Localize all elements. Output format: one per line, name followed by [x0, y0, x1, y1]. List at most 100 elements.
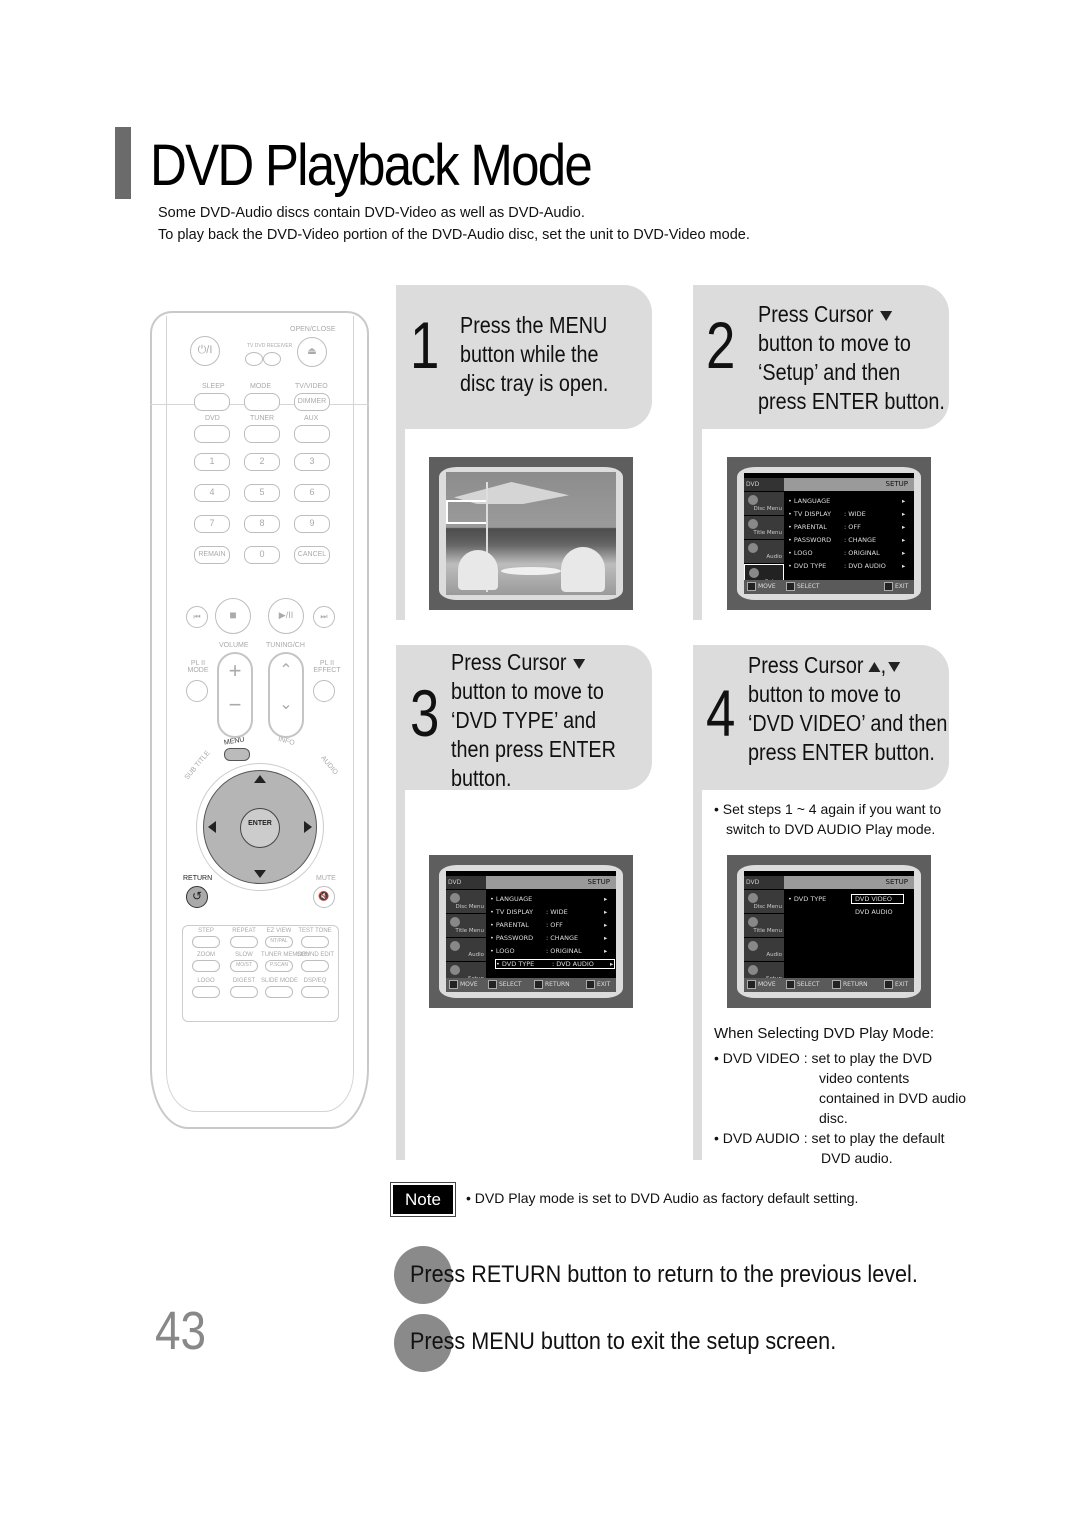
cancel-button[interactable]: CANCEL — [294, 546, 330, 564]
mute-button[interactable]: 🔇 — [313, 886, 335, 908]
stop-button[interactable]: ■ — [215, 598, 251, 634]
osd-menu-row[interactable]: • DVD TYPE: DVD AUDIO ▸ — [495, 959, 615, 969]
cursor-up-icon[interactable] — [254, 775, 266, 783]
digit-0-button[interactable]: 0 — [244, 546, 280, 564]
play-mode-heading: When Selecting DVD Play Mode: — [714, 1025, 935, 1042]
osd-menu-row[interactable]: • DVD TYPE: DVD AUDIO ▸ — [788, 562, 905, 570]
osd-menu-row[interactable]: • LOGO: ORIGINAL ▸ — [788, 549, 905, 557]
digit-2-button[interactable]: 2 — [244, 453, 280, 471]
osd-menu-row[interactable]: • PASSWORD: CHANGE ▸ — [788, 536, 905, 544]
digit-7-button[interactable]: 7 — [194, 515, 230, 533]
enter-button[interactable]: ENTER — [240, 808, 280, 848]
osd-tab-icon — [450, 917, 460, 927]
pl2-mode-button[interactable] — [186, 680, 208, 702]
prev-button[interactable]: ⏮ — [186, 606, 208, 628]
osd-menu-row[interactable]: • TV DISPLAY: WIDE ▸ — [490, 908, 607, 916]
osd-dvd-type-option[interactable]: DVD VIDEO — [851, 894, 904, 904]
osd-menu-row[interactable]: • LOGO: ORIGINAL ▸ — [490, 947, 607, 955]
next-button[interactable]: ⏭ — [313, 606, 335, 628]
dvd-button[interactable] — [194, 425, 230, 443]
function-label: TEST TONE — [298, 928, 332, 934]
function-button[interactable]: NT/PAL — [265, 936, 293, 948]
function-button[interactable]: P.SCAN — [265, 960, 293, 972]
volume-down-icon[interactable]: − — [219, 688, 251, 722]
play-mode-dvd-video: • DVD VIDEO : set to play the DVD video … — [714, 1050, 967, 1126]
table — [501, 567, 561, 575]
digit-8-button[interactable]: 8 — [244, 515, 280, 533]
tuning-rocker[interactable]: ⌃ ⌄ — [268, 652, 304, 738]
chevron-up-icon[interactable]: ⌃ — [270, 654, 302, 688]
cursor-right-icon[interactable] — [304, 821, 312, 833]
osd-dvd-type-option[interactable]: DVD AUDIO — [852, 908, 896, 916]
page-number: 43 — [155, 1301, 207, 1361]
chair-right — [561, 547, 605, 592]
cursor-down-icon[interactable] — [254, 870, 266, 878]
digit-3-button[interactable]: 3 — [294, 453, 330, 471]
osd-tab[interactable]: Audio — [446, 938, 486, 962]
tip-menu: Press MENU button to exit the setup scre… — [410, 1328, 837, 1355]
osd-tab[interactable]: Audio — [744, 938, 784, 962]
osd-menu-row[interactable]: • PASSWORD: CHANGE ▸ — [490, 934, 607, 942]
tv-mode-button[interactable] — [245, 352, 263, 366]
volume-label: VOLUME — [219, 642, 249, 649]
osd-tab[interactable]: Disc Menu — [446, 890, 486, 914]
digit-1-button[interactable]: 1 — [194, 453, 230, 471]
setup-osd-dvd-type: DVD RECEIVERSETUPDisc MenuTitle MenuAudi… — [446, 871, 616, 992]
tv-video-label: TV/VIDEO — [295, 383, 328, 390]
digit-6-button[interactable]: 6 — [294, 484, 330, 502]
cursor-left-icon[interactable] — [208, 821, 216, 833]
osd-tab[interactable]: Title Menu — [744, 914, 784, 938]
osd-menu-row[interactable]: • LANGUAGE ▸ — [490, 895, 607, 903]
osd-tab-icon — [748, 543, 758, 553]
function-button[interactable] — [192, 960, 220, 972]
step-4-note: • Set steps 1 ~ 4 again if you want to s… — [714, 801, 942, 837]
osd-tab[interactable]: Disc Menu — [744, 492, 784, 516]
eject-button[interactable]: ⏏ — [297, 337, 327, 367]
digit-5-button[interactable]: 5 — [244, 484, 280, 502]
step-1-text: Press the MENU button while the disc tray … — [460, 312, 609, 396]
function-button[interactable] — [301, 936, 329, 948]
osd-menu-row[interactable]: • LANGUAGE ▸ — [788, 497, 905, 505]
chair-left — [458, 550, 498, 590]
power-button[interactable]: ⏻/I — [190, 336, 220, 366]
digit-4-button[interactable]: 4 — [194, 484, 230, 502]
aux-button[interactable] — [294, 425, 330, 443]
step-2-number: 2 — [706, 308, 736, 382]
function-button[interactable]: MO/ST — [230, 960, 258, 972]
function-button[interactable] — [265, 986, 293, 998]
remain-button[interactable]: REMAIN — [194, 546, 230, 564]
osd-menu-row[interactable]: • PARENTAL: OFF ▸ — [490, 921, 607, 929]
volume-up-icon[interactable]: + — [219, 654, 251, 688]
intro-line-1: Some DVD-Audio discs contain DVD-Video a… — [158, 205, 585, 221]
volume-rocker[interactable]: + − — [217, 652, 253, 738]
mode-button[interactable] — [244, 393, 280, 411]
return-button[interactable]: ↺ — [186, 886, 208, 908]
sleep-button[interactable] — [194, 393, 230, 411]
osd-tab[interactable]: Audio — [744, 540, 784, 564]
chevron-down-icon[interactable]: ⌄ — [270, 688, 302, 722]
function-button[interactable] — [301, 960, 329, 972]
tuner-button[interactable] — [244, 425, 280, 443]
function-button[interactable] — [192, 986, 220, 998]
function-button[interactable] — [230, 936, 258, 948]
function-label: TUNER MEMORY — [261, 952, 311, 958]
dvd-receiver-mode-button[interactable] — [263, 352, 281, 366]
step-3-number: 3 — [410, 676, 440, 750]
skip-back-icon: ⏮ — [193, 612, 201, 621]
function-label: LOGO — [197, 978, 215, 984]
play-pause-button[interactable]: ▶/II — [268, 598, 304, 634]
digit-9-button[interactable]: 9 — [294, 515, 330, 533]
pl2-effect-button[interactable] — [313, 680, 335, 702]
osd-menu-row[interactable]: • PARENTAL: OFF ▸ — [788, 523, 905, 531]
dimmer-button[interactable]: DIMMER — [294, 393, 330, 411]
function-button[interactable] — [230, 986, 258, 998]
osd-tab[interactable]: Disc Menu — [744, 890, 784, 914]
menu-button[interactable] — [224, 748, 250, 761]
osd-tab[interactable]: Title Menu — [446, 914, 486, 938]
osd-title-bar: DVD RECEIVERSETUP — [744, 478, 914, 501]
osd-menu-row[interactable]: • TV DISPLAY: WIDE ▸ — [788, 510, 905, 518]
function-button[interactable] — [301, 986, 329, 998]
osd-tab[interactable]: Title Menu — [744, 516, 784, 540]
step-2-rail — [693, 429, 702, 620]
function-button[interactable] — [192, 936, 220, 948]
